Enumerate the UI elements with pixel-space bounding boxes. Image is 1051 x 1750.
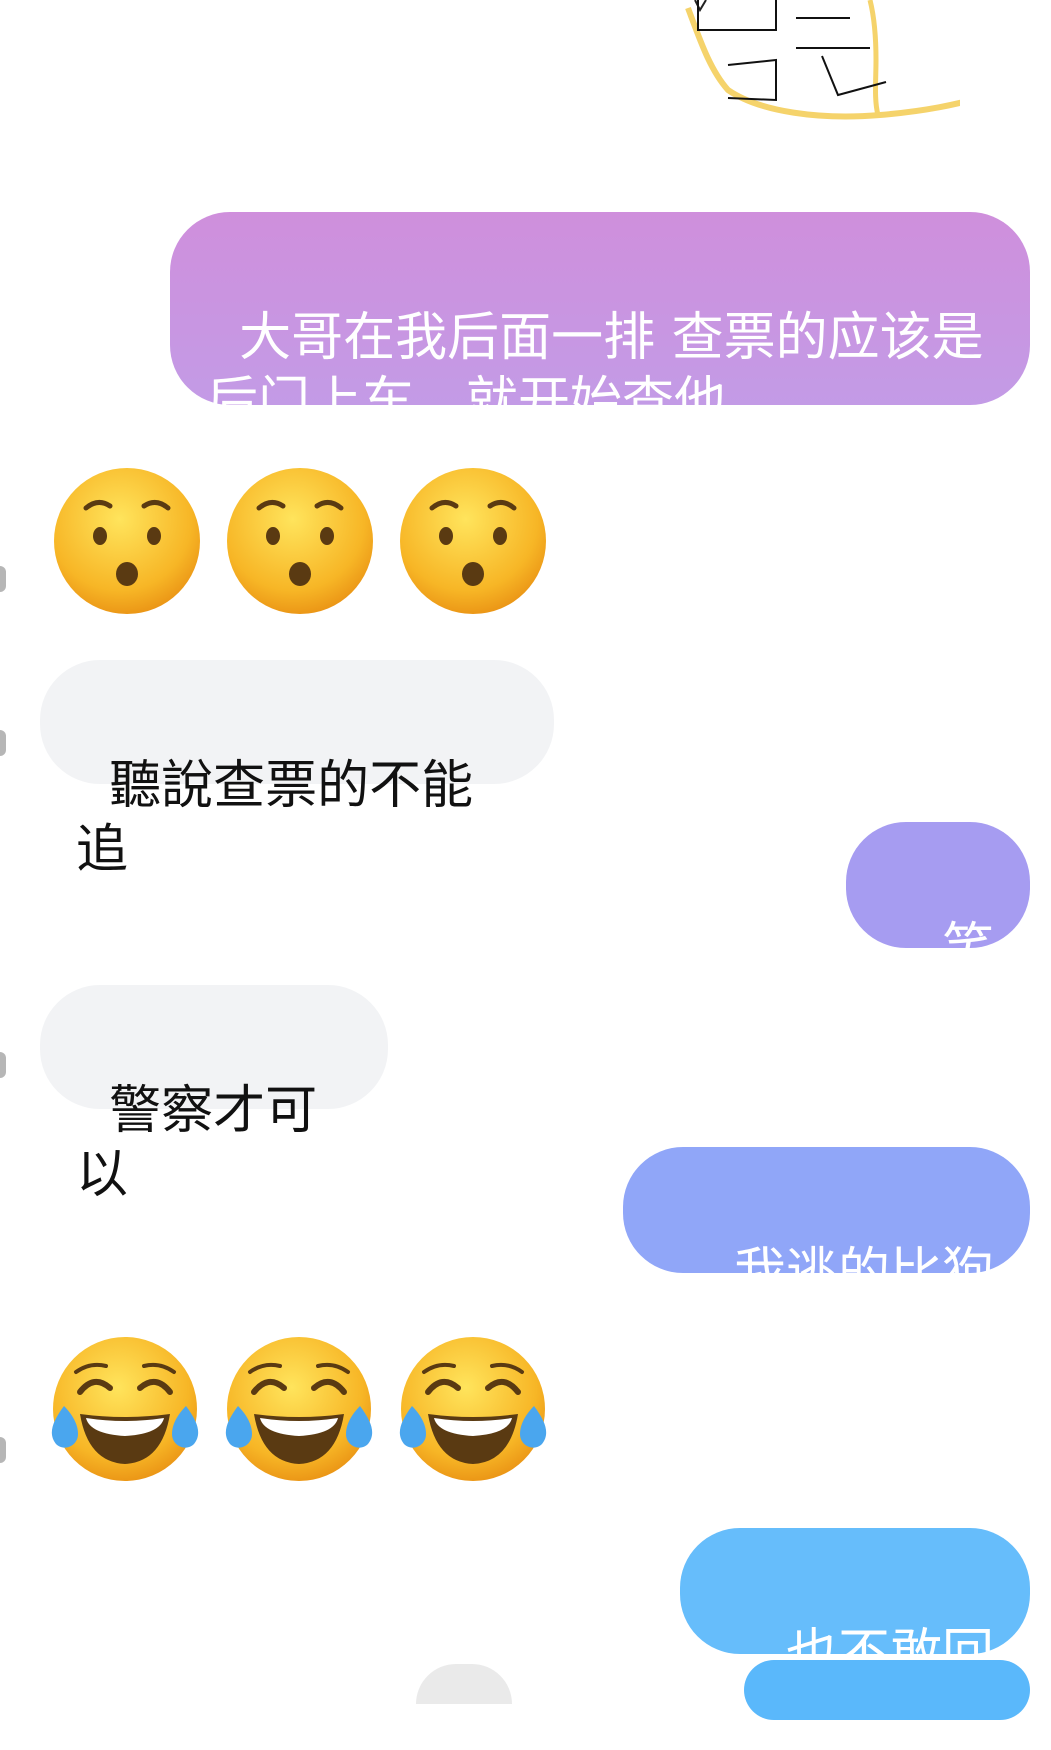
message-bubble-outgoing[interactable]: 也不敢回头 — [680, 1528, 1030, 1748]
tears-of-joy-icon — [399, 1337, 547, 1481]
message-text: 大哥在我后面一排 查票的应该是 后门上车，就开始查他 — [206, 308, 984, 432]
message-text: 笑死 — [941, 918, 994, 1042]
message-text: 我逃的比狗快 — [733, 1243, 994, 1367]
message-text: 警察才可以 — [76, 1081, 318, 1205]
tears-of-joy-icon — [51, 1337, 199, 1481]
message-bubble-outgoing[interactable]: 笑死 — [846, 822, 1030, 1042]
sketch-image[interactable] — [640, 0, 960, 140]
avatar[interactable] — [0, 730, 6, 756]
hushed-face-icon — [54, 468, 200, 614]
message-bubble-outgoing[interactable]: 大哥在我后面一排 查票的应该是 后门上车，就开始查他 — [170, 212, 1030, 432]
avatar[interactable] — [0, 1437, 6, 1463]
avatar[interactable] — [0, 1052, 6, 1078]
avatar-partial[interactable] — [416, 1664, 512, 1704]
message-bubble-outgoing-partial[interactable] — [744, 1660, 1030, 1720]
message-bubble-incoming[interactable]: 警察才可以 — [40, 985, 388, 1205]
avatar[interactable] — [0, 566, 6, 592]
message-bubble-incoming[interactable]: 聽說查票的不能追 — [40, 660, 554, 880]
tears-of-joy-icon — [225, 1337, 373, 1481]
hushed-face-icon — [400, 468, 546, 614]
emoji-message[interactable] — [48, 462, 558, 622]
message-text: 聽說查票的不能追 — [76, 756, 474, 880]
emoji-message[interactable] — [44, 1328, 560, 1490]
message-bubble-outgoing[interactable]: 我逃的比狗快 — [623, 1147, 1030, 1367]
hushed-face-icon — [227, 468, 373, 614]
